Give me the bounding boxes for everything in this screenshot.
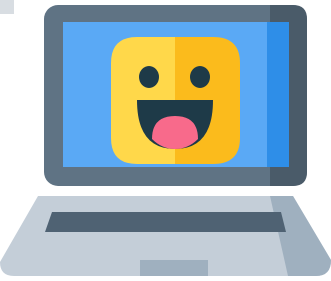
- screen-shade: [267, 22, 289, 167]
- emoji-left-eye: [139, 66, 159, 88]
- emoji-tongue: [152, 116, 198, 149]
- trackpad: [140, 260, 208, 276]
- emoji-right-eye: [190, 66, 210, 88]
- smiley-emoji-icon: [111, 37, 240, 164]
- laptop-icon: [0, 5, 331, 276]
- laptop-illustration: [0, 0, 331, 281]
- keyboard-area: [45, 212, 286, 232]
